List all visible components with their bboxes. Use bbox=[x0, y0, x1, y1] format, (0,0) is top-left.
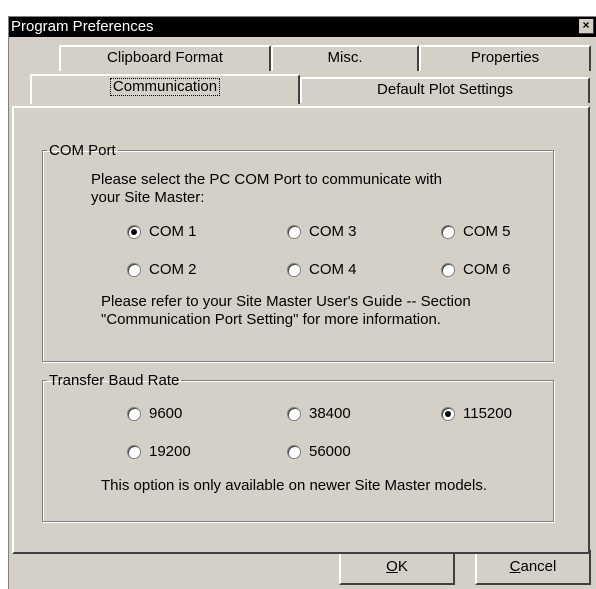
radio-com1[interactable]: COM 1 bbox=[127, 223, 197, 240]
ok-label: K bbox=[397, 558, 408, 575]
radio-baud-9600[interactable]: 9600 bbox=[127, 405, 182, 422]
tab-label: Communication bbox=[109, 78, 221, 96]
close-icon[interactable]: × bbox=[579, 19, 594, 34]
radio-label: COM 6 bbox=[463, 261, 511, 278]
radio-com6[interactable]: COM 6 bbox=[441, 261, 511, 278]
com-port-group: COM Port Please select the PC COM Port t… bbox=[42, 142, 554, 362]
cancel-label: ancel bbox=[520, 558, 557, 575]
baud-rate-legend: Transfer Baud Rate bbox=[49, 372, 180, 389]
com-port-instruction: Please select the PC COM Port to communi… bbox=[91, 171, 442, 188]
radio-indicator bbox=[287, 444, 301, 459]
title-bar[interactable]: Program Preferences × bbox=[9, 17, 596, 37]
cancel-mnemonic: C bbox=[509, 558, 521, 575]
com-port-note-cont: "Communication Port Setting" for more in… bbox=[101, 311, 441, 328]
tab-label: Misc. bbox=[327, 49, 363, 66]
radio-baud-38400[interactable]: 38400 bbox=[287, 405, 351, 422]
communication-panel: COM Port Please select the PC COM Port t… bbox=[12, 106, 590, 554]
window-title: Program Preferences bbox=[11, 18, 154, 35]
radio-label: 115200 bbox=[463, 405, 512, 422]
ok-button[interactable]: OK bbox=[339, 549, 455, 585]
radio-indicator bbox=[127, 406, 141, 421]
radio-label: 9600 bbox=[149, 405, 183, 422]
radio-com2[interactable]: COM 2 bbox=[127, 261, 197, 278]
radio-label: COM 4 bbox=[309, 261, 357, 278]
tab-properties[interactable]: Properties bbox=[419, 45, 591, 71]
tab-default-plot-settings[interactable]: Default Plot Settings bbox=[300, 77, 590, 103]
cancel-button[interactable]: Cancel bbox=[475, 549, 591, 585]
com-port-legend: COM Port bbox=[49, 142, 116, 159]
radio-indicator bbox=[441, 262, 455, 277]
radio-label: COM 3 bbox=[309, 223, 357, 240]
radio-com3[interactable]: COM 3 bbox=[287, 223, 357, 240]
radio-indicator bbox=[287, 406, 301, 421]
tab-clipboard-format[interactable]: Clipboard Format bbox=[59, 45, 271, 71]
baud-rate-note: This option is only available on newer S… bbox=[101, 477, 488, 494]
radio-label: 19200 bbox=[149, 443, 191, 460]
radio-indicator bbox=[441, 224, 455, 239]
preferences-dialog: Program Preferences × Clipboard Format M… bbox=[8, 16, 596, 589]
tab-communication[interactable]: Communication bbox=[30, 74, 300, 104]
com-port-instruction-cont: your Site Master: bbox=[91, 189, 205, 206]
radio-label: COM 1 bbox=[149, 223, 197, 240]
com-port-note: Please refer to your Site Master User's … bbox=[101, 293, 471, 310]
ok-mnemonic: O bbox=[386, 558, 398, 575]
radio-indicator bbox=[287, 224, 301, 239]
radio-baud-115200[interactable]: 115200 bbox=[441, 405, 512, 422]
radio-indicator bbox=[127, 444, 141, 459]
tab-label: Default Plot Settings bbox=[377, 81, 513, 98]
radio-label: 38400 bbox=[309, 405, 351, 422]
radio-baud-56000[interactable]: 56000 bbox=[287, 443, 351, 460]
baud-rate-group: Transfer Baud Rate 9600 38400 115200 192… bbox=[42, 372, 554, 522]
radio-com5[interactable]: COM 5 bbox=[441, 223, 511, 240]
tab-misc[interactable]: Misc. bbox=[271, 45, 419, 71]
radio-indicator bbox=[127, 262, 141, 277]
radio-label: COM 5 bbox=[463, 223, 511, 240]
radio-label: 56000 bbox=[309, 443, 351, 460]
radio-com4[interactable]: COM 4 bbox=[287, 261, 357, 278]
radio-label: COM 2 bbox=[149, 261, 197, 278]
radio-indicator bbox=[287, 262, 301, 277]
tab-label: Clipboard Format bbox=[107, 49, 223, 66]
radio-baud-19200[interactable]: 19200 bbox=[127, 443, 191, 460]
radio-indicator bbox=[441, 406, 455, 421]
radio-indicator bbox=[127, 224, 141, 239]
tab-label: Properties bbox=[470, 49, 540, 66]
